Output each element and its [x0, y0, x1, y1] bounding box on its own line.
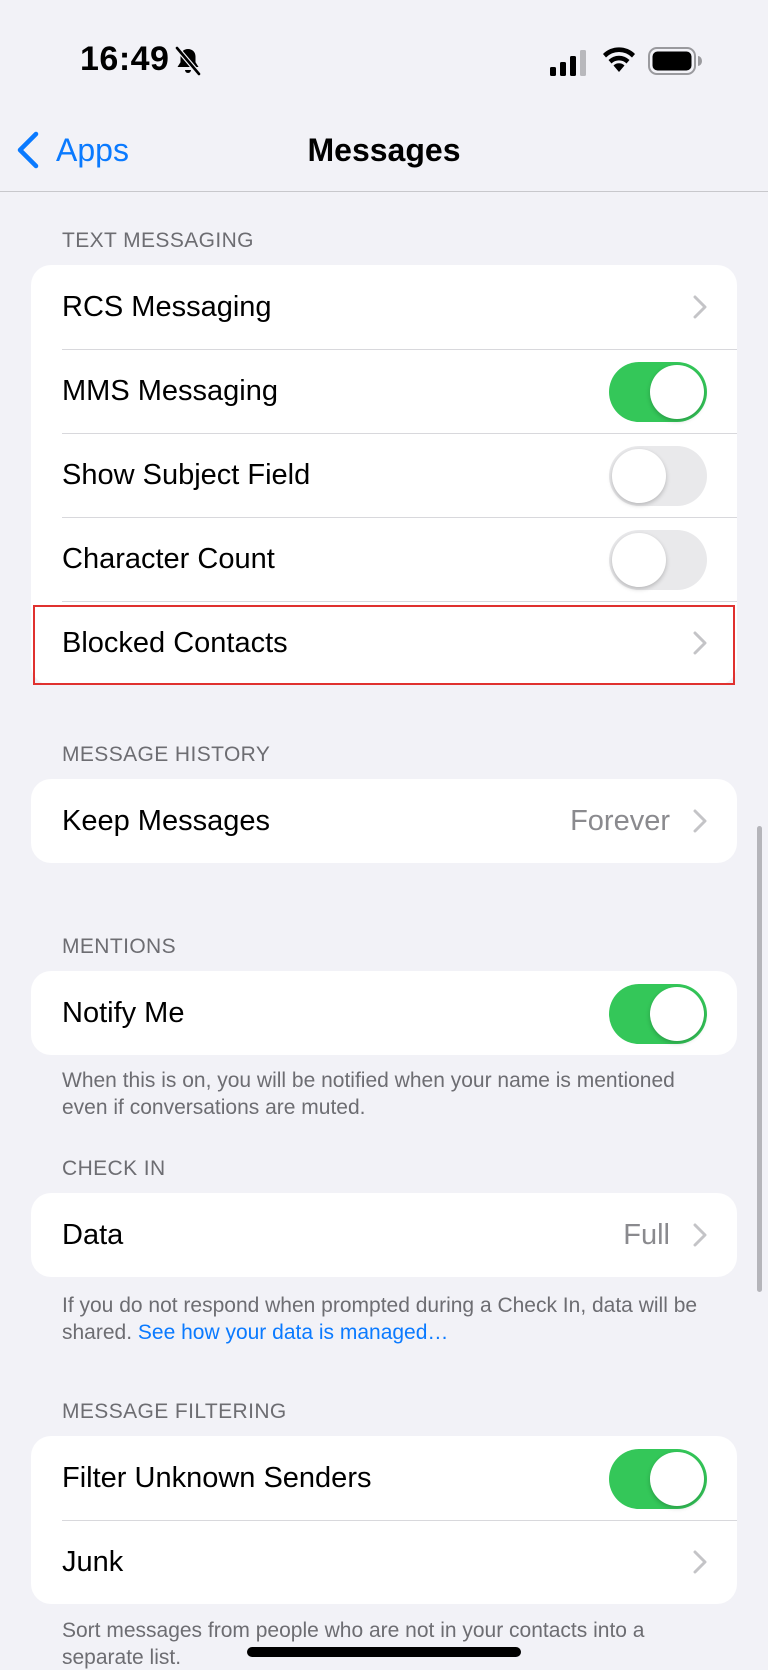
mms-messaging-toggle[interactable]	[609, 362, 707, 422]
section-header-message-filtering: MESSAGE FILTERING	[62, 1400, 287, 1423]
toggle-knob	[650, 987, 704, 1041]
toggle-knob	[612, 449, 666, 503]
wifi-icon	[603, 47, 635, 72]
row-value: Full	[623, 1218, 670, 1251]
row-label: MMS Messaging	[62, 374, 278, 407]
section-header-text-messaging: TEXT MESSAGING	[62, 229, 254, 252]
text-messaging-group: RCS Messaging MMS Messaging Show Subject…	[31, 265, 737, 685]
filter-unknown-senders-toggle[interactable]	[609, 1449, 707, 1509]
navigation-bar: Apps Messages	[0, 110, 768, 192]
notify-me-toggle[interactable]	[609, 984, 707, 1044]
show-subject-field-row: Show Subject Field	[31, 433, 737, 517]
chevron-right-icon	[693, 295, 707, 319]
row-label: Character Count	[62, 542, 275, 575]
chevron-right-icon	[693, 631, 707, 655]
message-filtering-footer: Sort messages from people who are not in…	[62, 1619, 645, 1669]
check-in-group: Data Full	[31, 1193, 737, 1277]
chevron-right-icon	[693, 809, 707, 833]
message-history-group: Keep Messages Forever	[31, 779, 737, 863]
status-time: 16:49	[80, 40, 170, 78]
toggle-knob	[650, 1452, 704, 1506]
rcs-messaging-row[interactable]: RCS Messaging	[31, 265, 737, 349]
section-header-message-history: MESSAGE HISTORY	[62, 743, 271, 766]
row-value: Forever	[570, 804, 670, 837]
row-label: Show Subject Field	[62, 458, 311, 491]
mentions-group: Notify Me	[31, 971, 737, 1055]
data-row[interactable]: Data Full	[31, 1193, 737, 1277]
scrollbar[interactable]	[757, 826, 762, 1292]
row-label: Notify Me	[62, 996, 185, 1029]
keep-messages-row[interactable]: Keep Messages Forever	[31, 779, 737, 863]
message-filtering-group: Filter Unknown Senders Junk	[31, 1436, 737, 1604]
data-managed-link[interactable]: See how your data is managed…	[138, 1321, 449, 1344]
page-title: Messages	[307, 132, 461, 168]
blocked-contacts-row[interactable]: Blocked Contacts	[31, 601, 737, 685]
home-indicator[interactable]	[247, 1647, 521, 1657]
section-header-check-in: CHECK IN	[62, 1157, 166, 1180]
character-count-toggle[interactable]	[609, 530, 707, 590]
chevron-right-icon	[693, 1550, 707, 1574]
cellular-signal-icon	[550, 50, 586, 76]
battery-icon	[648, 47, 702, 75]
toggle-knob	[612, 533, 666, 587]
chevron-right-icon	[693, 1223, 707, 1247]
row-label: RCS Messaging	[62, 290, 272, 323]
bell-slash-icon	[175, 46, 201, 76]
row-label: Junk	[62, 1545, 124, 1578]
row-label: Keep Messages	[62, 804, 270, 837]
row-label: Data	[62, 1218, 124, 1251]
filter-unknown-senders-row: Filter Unknown Senders	[31, 1436, 737, 1520]
mentions-footer: When this is on, you will be notified wh…	[62, 1069, 675, 1119]
show-subject-field-toggle[interactable]	[609, 446, 707, 506]
check-in-footer: If you do not respond when prompted duri…	[62, 1292, 702, 1346]
row-label: Filter Unknown Senders	[62, 1461, 372, 1494]
character-count-row: Character Count	[31, 517, 737, 601]
section-header-mentions: MENTIONS	[62, 935, 177, 958]
junk-row[interactable]: Junk	[31, 1520, 737, 1604]
notify-me-row: Notify Me	[31, 971, 737, 1055]
status-bar: 16:49	[0, 0, 768, 110]
toggle-knob	[650, 365, 704, 419]
row-label: Blocked Contacts	[62, 626, 288, 659]
mms-messaging-row: MMS Messaging	[31, 349, 737, 433]
